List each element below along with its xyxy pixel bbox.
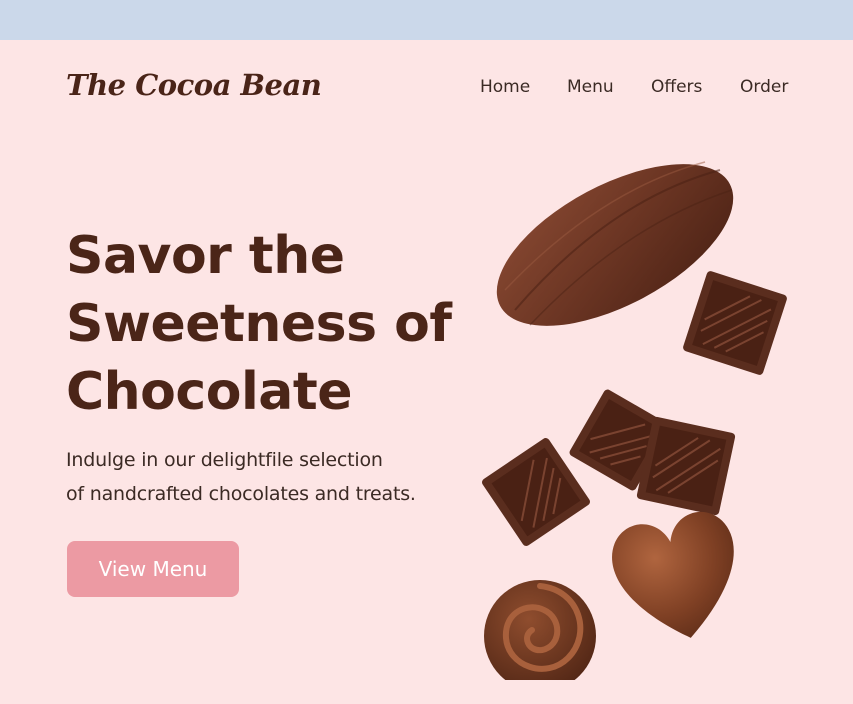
main-nav: Home Menu Offers Order [0,77,853,101]
nav-menu-link[interactable]: Menu [567,77,614,97]
chocolate-square-icon [636,416,736,516]
view-menu-button[interactable]: View Menu [67,541,239,597]
headline-line-2: Sweetness of [66,294,452,354]
browser-top-bar [0,0,853,40]
chocolate-heart-icon [612,511,734,638]
nav-order-link[interactable]: Order [740,77,788,97]
chocolate-square-icon [683,271,787,375]
chocolate-swirl-truffle-icon [484,580,596,680]
hero-subtext: Indulge in our delightfile selection of … [66,443,416,511]
landing-page: The Cocoa Bean Home Menu Offers Order Sa… [0,40,853,704]
headline-line-1: Savor the [66,226,345,286]
chocolate-illustration [482,161,787,680]
nav-home-link[interactable]: Home [480,77,530,97]
headline-line-3: Chocolate [66,362,352,422]
hero-headline: Savor the Sweetness of Chocolate [66,222,452,426]
subtext-line-2: of nandcrafted chocolates and treats. [66,483,416,505]
subtext-line-1: Indulge in our delightfile selection [66,449,383,471]
nav-offers-link[interactable]: Offers [651,77,702,97]
